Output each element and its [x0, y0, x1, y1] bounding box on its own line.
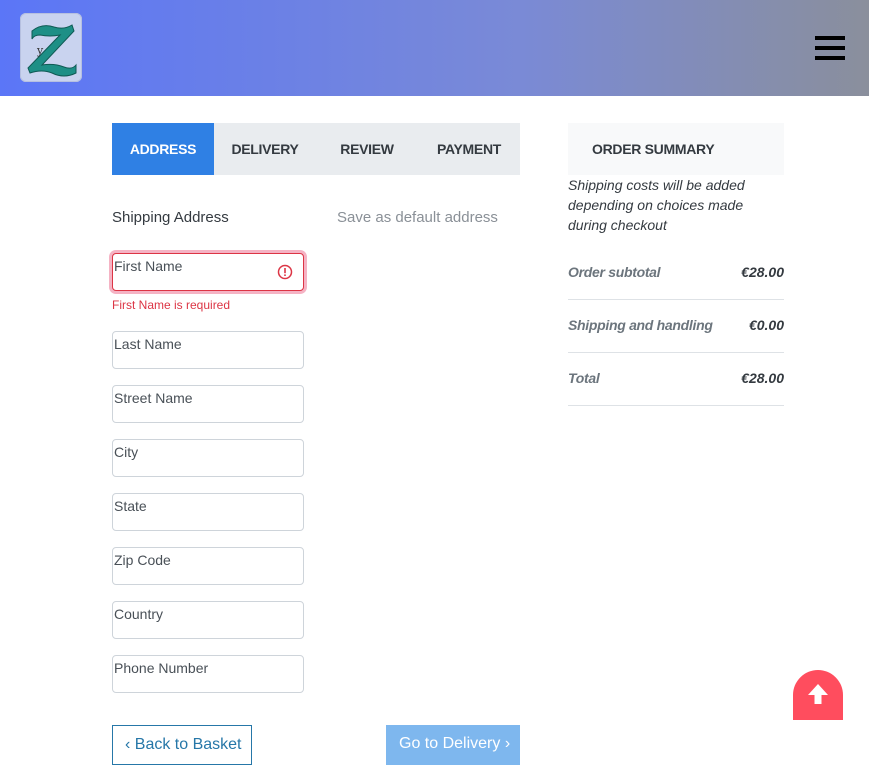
shipping-value: €0.00	[748, 317, 784, 333]
zip-code-label: Zip Code	[114, 552, 171, 568]
scroll-to-top-button[interactable]	[793, 670, 843, 720]
go-to-delivery-label: Go to Delivery	[399, 735, 501, 752]
tab-address[interactable]: ADDRESS	[112, 123, 214, 175]
site-logo[interactable]: y	[20, 13, 82, 82]
phone-number-label: Phone Number	[114, 660, 209, 676]
back-to-basket-label: Back to Basket	[134, 736, 242, 753]
city-label: City	[114, 444, 139, 460]
error-icon	[277, 264, 293, 280]
first-name-field[interactable]: First Name	[112, 253, 304, 291]
shipping-note: Shipping costs will be added depending o…	[568, 177, 745, 233]
last-name-field[interactable]: Last Name	[112, 331, 304, 369]
city-field[interactable]: City	[112, 439, 304, 477]
total-label: Total	[568, 370, 600, 386]
state-label: State	[114, 498, 147, 514]
summary-row: Total €28.00	[568, 353, 784, 406]
site-header: y	[0, 0, 869, 96]
first-name-error: First Name is required	[112, 298, 231, 312]
svg-text:y: y	[36, 44, 44, 57]
tab-review[interactable]: REVIEW	[316, 123, 418, 175]
tab-delivery[interactable]: DELIVERY	[214, 123, 316, 175]
hamburger-menu-icon[interactable]	[813, 34, 846, 62]
order-subtotal-label: Order subtotal	[568, 264, 661, 280]
go-to-delivery-button[interactable]: Go to Delivery ›	[386, 725, 520, 765]
summary-row: Order subtotal €28.00	[568, 247, 784, 300]
checkout-steps: ADDRESS DELIVERY REVIEW PAYMENT	[112, 123, 520, 175]
first-name-label: First Name	[114, 258, 183, 274]
street-name-label: Street Name	[114, 390, 193, 406]
chevron-left-icon: ‹	[125, 736, 131, 753]
shipping-address-label: Shipping Address	[112, 209, 229, 226]
total-value: €28.00	[741, 370, 784, 386]
back-to-basket-button[interactable]: ‹ Back to Basket	[112, 725, 252, 765]
summary-row: Shipping and handling €0.00	[568, 300, 784, 353]
state-field[interactable]: State	[112, 493, 304, 531]
last-name-label: Last Name	[114, 336, 182, 352]
shipping-label: Shipping and handling	[568, 317, 713, 333]
phone-number-field[interactable]: Phone Number	[112, 655, 304, 693]
zip-code-field[interactable]: Zip Code	[112, 547, 304, 585]
chevron-right-icon: ›	[504, 735, 511, 752]
country-field[interactable]: Country	[112, 601, 304, 639]
tab-payment[interactable]: PAYMENT	[418, 123, 520, 175]
order-summary-header: ORDER SUMMARY	[568, 123, 784, 175]
street-name-field[interactable]: Street Name	[112, 385, 304, 423]
order-summary-title: ORDER SUMMARY	[592, 141, 715, 157]
arrow-up-icon	[808, 684, 828, 704]
country-label: Country	[114, 606, 164, 622]
order-subtotal-value: €28.00	[741, 264, 784, 280]
save-default-address-link[interactable]: Save as default address	[337, 209, 498, 226]
